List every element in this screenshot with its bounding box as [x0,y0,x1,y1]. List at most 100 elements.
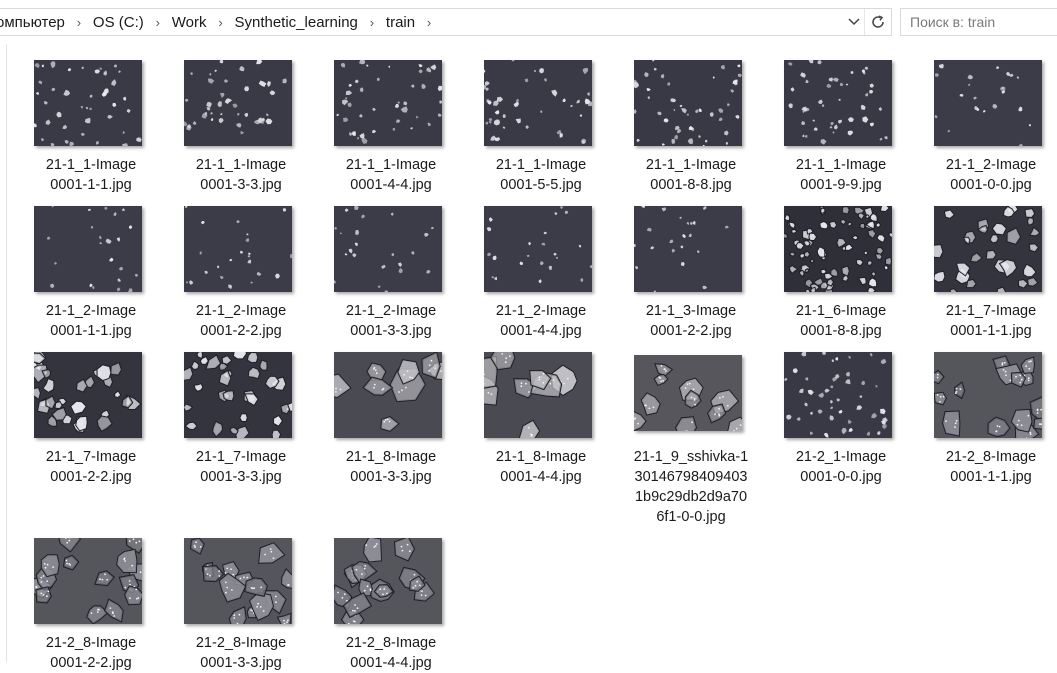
file-name[interactable]: 21-1_6-Image0001-8-8.jpg [766,301,916,341]
image-thumbnail[interactable] [34,60,142,146]
chevron-down-icon[interactable] [844,9,864,35]
image-thumbnail[interactable] [934,206,1042,292]
file-name[interactable]: 21-1_2-Image0001-4-4.jpg [466,301,616,341]
file-name-line: 21-2_8-Image [316,633,466,653]
file-name-line: 0001-4-4.jpg [316,653,466,673]
breadcrumb-item[interactable]: train [384,14,417,31]
file-name[interactable]: 21-1_8-Image0001-4-4.jpg [466,447,616,487]
image-thumbnail[interactable] [184,206,292,292]
file-name[interactable]: 21-1_7-Image0001-2-2.jpg [16,447,166,487]
file-name[interactable]: 21-1_7-Image0001-3-3.jpg [166,447,316,487]
file-name[interactable]: 21-1_2-Image0001-1-1.jpg [16,301,166,341]
file-name-line: 0001-2-2.jpg [16,653,166,673]
file-name-line: 0001-8-8.jpg [616,175,766,195]
image-thumbnail[interactable] [934,352,1042,438]
file-name[interactable]: 21-1_2-Image0001-2-2.jpg [166,301,316,341]
file-name-line: 0001-2-2.jpg [16,467,166,487]
chevron-right-icon[interactable]: › [146,15,170,30]
image-thumbnail[interactable] [784,206,892,292]
file-name-line: 21-1_8-Image [466,447,616,467]
file-name-line: 21-1_2-Image [466,301,616,321]
refresh-icon[interactable] [864,9,891,35]
file-name[interactable]: 21-1_1-Image0001-5-5.jpg [466,155,616,195]
image-thumbnail[interactable] [934,60,1042,146]
file-name[interactable]: 21-2_8-Image0001-4-4.jpg [316,633,466,673]
breadcrumb-item[interactable]: Synthetic_learning [232,14,359,31]
file-name[interactable]: 21-1_7-Image0001-1-1.jpg [916,301,1057,341]
file-name-line: 21-1_8-Image [316,447,466,467]
breadcrumb-item[interactable]: Work [170,14,209,31]
file-name-line: 0001-2-2.jpg [166,321,316,341]
file-name[interactable]: 21-1_1-Image0001-8-8.jpg [616,155,766,195]
file-name[interactable]: 21-1_1-Image0001-4-4.jpg [316,155,466,195]
image-thumbnail[interactable] [184,538,292,624]
file-name-line: 21-1_7-Image [16,447,166,467]
chevron-right-icon[interactable]: › [67,15,91,30]
file-name-line: 1b9c29db2d9a70 [616,487,766,507]
image-thumbnail[interactable] [184,60,292,146]
file-name-line: 21-2_1-Image [766,447,916,467]
image-thumbnail[interactable] [634,60,742,146]
image-thumbnail[interactable] [484,352,592,438]
image-thumbnail[interactable] [184,352,292,438]
file-name[interactable]: 21-1_2-Image0001-0-0.jpg [916,155,1057,195]
image-thumbnail[interactable] [634,355,742,431]
file-name[interactable]: 21-1_2-Image0001-3-3.jpg [316,301,466,341]
file-name-line: 0001-2-2.jpg [616,321,766,341]
file-name-line: 21-1_2-Image [166,301,316,321]
file-name[interactable]: 21-1_9_sshivka-1301467984094031b9c29db2d… [616,447,766,527]
file-name-line: 21-1_1-Image [466,155,616,175]
file-name-line: 21-1_7-Image [916,301,1057,321]
image-thumbnail[interactable] [484,206,592,292]
file-name[interactable]: 21-2_8-Image0001-3-3.jpg [166,633,316,673]
file-name-line: 21-1_3-Image [616,301,766,321]
file-name-line: 21-1_1-Image [166,155,316,175]
file-name-line: 21-2_8-Image [916,447,1057,467]
file-name-line: 0001-1-1.jpg [16,321,166,341]
file-name-line: 0001-1-1.jpg [916,467,1057,487]
breadcrumb-item[interactable]: OS (C:) [91,14,146,31]
file-name-line: 21-1_6-Image [766,301,916,321]
image-thumbnail[interactable] [334,538,442,624]
file-name[interactable]: 21-2_8-Image0001-1-1.jpg [916,447,1057,487]
image-thumbnail[interactable] [334,60,442,146]
address-bar[interactable]: омпьютер›OS (C:)›Work›Synthetic_learning… [0,8,892,36]
file-name[interactable]: 21-1_8-Image0001-3-3.jpg [316,447,466,487]
chevron-right-icon[interactable]: › [417,15,441,30]
file-name-line: 0001-9-9.jpg [766,175,916,195]
chevron-right-icon[interactable]: › [360,15,384,30]
file-name[interactable]: 21-1_1-Image0001-1-1.jpg [16,155,166,195]
search-input[interactable] [901,10,1057,34]
file-name[interactable]: 21-1_1-Image0001-3-3.jpg [166,155,316,195]
image-thumbnail[interactable] [34,538,142,624]
file-name-line: 6f1-0-0.jpg [616,507,766,527]
file-name-line: 21-1_2-Image [316,301,466,321]
file-name[interactable]: 21-1_1-Image0001-9-9.jpg [766,155,916,195]
image-thumbnail[interactable] [334,206,442,292]
file-name-line: 0001-0-0.jpg [766,467,916,487]
image-thumbnail[interactable] [334,352,442,438]
image-thumbnail[interactable] [784,352,892,438]
chevron-right-icon[interactable]: › [208,15,232,30]
file-name[interactable]: 21-2_1-Image0001-0-0.jpg [766,447,916,487]
file-name-line: 0001-4-4.jpg [466,467,616,487]
image-thumbnail[interactable] [784,60,892,146]
file-name-line: 21-1_1-Image [16,155,166,175]
search-box[interactable] [900,8,1057,36]
file-name-line: 21-1_1-Image [316,155,466,175]
file-name-line: 0001-5-5.jpg [466,175,616,195]
file-name-line: 0001-3-3.jpg [166,467,316,487]
navigation-pane-edge [0,44,7,662]
breadcrumb-item[interactable]: омпьютер [0,14,67,31]
image-thumbnail[interactable] [634,206,742,292]
file-name-line: 0001-1-1.jpg [916,321,1057,341]
file-name[interactable]: 21-1_3-Image0001-2-2.jpg [616,301,766,341]
file-name-line: 21-1_7-Image [166,447,316,467]
image-thumbnail[interactable] [34,352,142,438]
file-name-line: 0001-0-0.jpg [916,175,1057,195]
image-thumbnail[interactable] [34,206,142,292]
file-name-line: 21-1_9_sshivka-1 [616,447,766,467]
file-name-line: 30146798409403 [616,467,766,487]
file-name[interactable]: 21-2_8-Image0001-2-2.jpg [16,633,166,673]
image-thumbnail[interactable] [484,60,592,146]
